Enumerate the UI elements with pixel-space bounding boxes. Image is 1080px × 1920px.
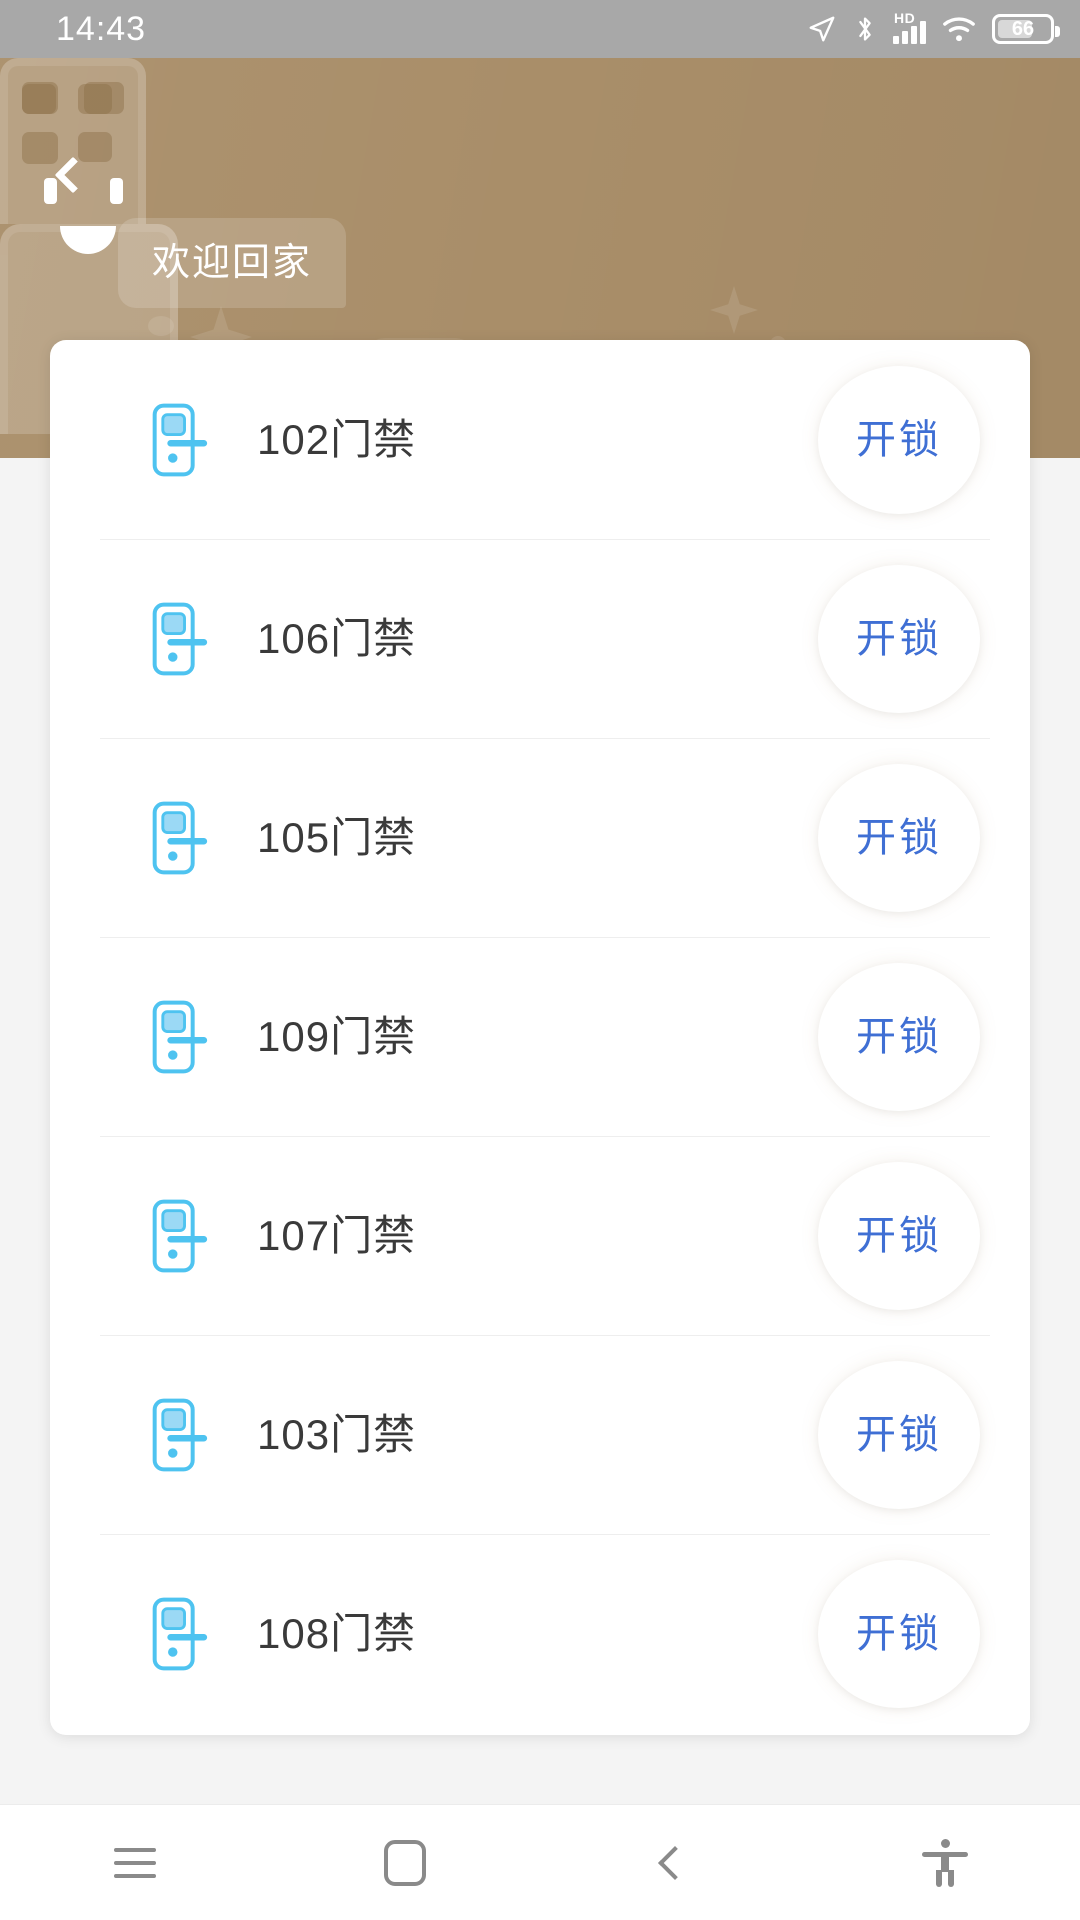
location-arrow-icon xyxy=(809,16,835,42)
unlock-button[interactable]: 开锁 xyxy=(818,365,980,514)
row-separator xyxy=(100,1534,990,1535)
wifi-icon xyxy=(943,17,975,42)
list-item[interactable]: 108门禁 开锁 xyxy=(50,1534,1030,1733)
battery-percent: 66 xyxy=(1011,18,1035,40)
unlock-button[interactable]: 开锁 xyxy=(818,962,980,1111)
back-button[interactable] xyxy=(34,136,112,214)
unlock-button[interactable]: 开锁 xyxy=(818,763,980,912)
door-access-device-icon xyxy=(145,1397,215,1473)
row-separator xyxy=(100,1335,990,1336)
accessibility-icon xyxy=(922,1838,968,1887)
row-separator xyxy=(100,1136,990,1137)
list-item-label: 106门禁 xyxy=(257,614,417,662)
system-nav-bar xyxy=(0,1804,1080,1920)
chevron-left-icon xyxy=(54,156,92,194)
list-item-label: 108门禁 xyxy=(257,1609,417,1657)
access-list-card: 102门禁 开锁 106门禁 开锁 105门禁 开锁 109门禁 开锁 107门… xyxy=(50,340,1030,1735)
row-separator xyxy=(100,738,990,739)
hd-label: HD xyxy=(894,10,916,26)
list-item-label: 105门禁 xyxy=(257,813,417,861)
list-item-label: 109门禁 xyxy=(257,1012,417,1060)
door-access-device-icon xyxy=(145,601,215,677)
hamburger-icon xyxy=(114,1847,156,1878)
unlock-button[interactable]: 开锁 xyxy=(818,1161,980,1310)
unlock-button[interactable]: 开锁 xyxy=(818,1360,980,1509)
battery-icon: 66 xyxy=(992,14,1060,44)
row-separator xyxy=(100,937,990,938)
home-button[interactable] xyxy=(270,1805,540,1920)
bluetooth-icon xyxy=(859,17,871,41)
status-time: 14:43 xyxy=(56,10,147,48)
list-item[interactable]: 103门禁 开锁 xyxy=(50,1335,1030,1534)
list-item[interactable]: 109门禁 开锁 xyxy=(50,937,1030,1136)
hd-signal-icon: HD xyxy=(893,10,926,44)
square-icon xyxy=(384,1839,426,1886)
menu-button[interactable] xyxy=(0,1805,270,1920)
chevron-left-icon xyxy=(658,1845,692,1880)
list-item-label: 103门禁 xyxy=(257,1410,417,1458)
status-icons: HD 66 xyxy=(807,10,1060,44)
accessibility-button[interactable] xyxy=(810,1805,1080,1920)
door-access-device-icon xyxy=(145,402,215,478)
list-item[interactable]: 106门禁 开锁 xyxy=(50,539,1030,738)
list-item-label: 107门禁 xyxy=(257,1211,417,1259)
door-access-device-icon xyxy=(145,800,215,876)
status-bar: 14:43 HD 66 xyxy=(0,0,1080,58)
unlock-button[interactable]: 开锁 xyxy=(818,564,980,713)
back-button[interactable] xyxy=(540,1805,810,1920)
list-item[interactable]: 107门禁 开锁 xyxy=(50,1136,1030,1335)
unlock-button[interactable]: 开锁 xyxy=(818,1559,980,1708)
greeting-bubble: 欢迎回家 xyxy=(118,218,347,308)
door-access-device-icon xyxy=(145,999,215,1075)
door-access-device-icon xyxy=(145,1198,215,1274)
door-access-device-icon xyxy=(145,1596,215,1672)
list-item-label: 102门禁 xyxy=(257,415,417,463)
list-item[interactable]: 102门禁 开锁 xyxy=(50,340,1030,539)
list-item[interactable]: 105门禁 开锁 xyxy=(50,738,1030,937)
decor-dot xyxy=(148,316,174,336)
row-separator xyxy=(100,539,990,540)
phone-screen: 14:43 HD 66 欢迎回家 102门禁 开锁 106门禁 开锁 105门禁… xyxy=(0,0,1080,1920)
